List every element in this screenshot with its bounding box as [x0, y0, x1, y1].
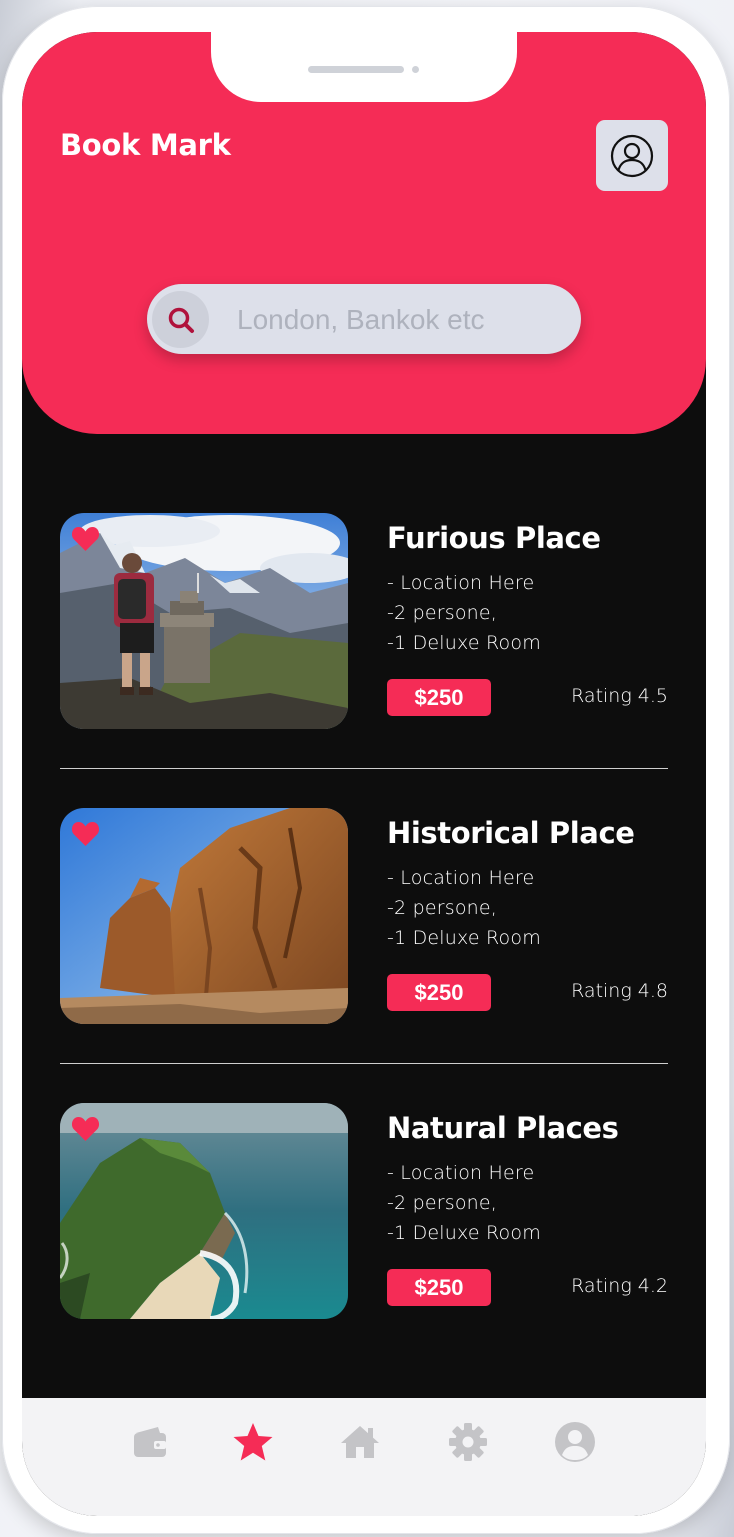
- divider: [60, 768, 668, 769]
- place-card[interactable]: Historical Place - Location Here -2 pers…: [60, 808, 668, 1024]
- place-location: - Location Here: [387, 1162, 535, 1184]
- user-circle-icon: [610, 134, 654, 177]
- search-button[interactable]: [152, 291, 209, 348]
- nav-item-settings[interactable]: [446, 1420, 490, 1464]
- place-title: Furious Place: [387, 521, 601, 555]
- place-card[interactable]: Furious Place - Location Here -2 persone…: [60, 513, 668, 729]
- search-bar: [147, 284, 581, 354]
- notch: [211, 32, 517, 102]
- app-screen: Book Mark London, Bankok etc Furious Pla…: [22, 32, 706, 1516]
- star-icon: [233, 1423, 273, 1461]
- wallet-icon: [134, 1427, 166, 1457]
- place-title: Natural Places: [387, 1111, 619, 1145]
- bottom-nav: [22, 1398, 706, 1516]
- place-location: - Location Here: [387, 867, 535, 889]
- price-button[interactable]: $250: [387, 1269, 491, 1306]
- nav-item-bookmarks[interactable]: [231, 1420, 275, 1464]
- nav-item-home[interactable]: [338, 1420, 382, 1464]
- place-persons: -2 persone,: [387, 1192, 498, 1214]
- heart-icon[interactable]: [71, 821, 100, 847]
- home-icon: [341, 1426, 379, 1458]
- speaker: [308, 66, 404, 73]
- place-image: [60, 808, 348, 1024]
- place-image: [60, 513, 348, 729]
- place-location: - Location Here: [387, 572, 535, 594]
- nav-item-profile[interactable]: [553, 1420, 597, 1464]
- heart-icon[interactable]: [71, 526, 100, 552]
- place-card[interactable]: Natural Places - Location Here -2 person…: [60, 1103, 668, 1319]
- header: Book Mark: [22, 32, 706, 434]
- camera: [412, 66, 419, 73]
- phone-frame: Book Mark London, Bankok etc Furious Pla…: [2, 6, 730, 1534]
- user-circle-icon: [555, 1422, 595, 1462]
- place-room: -1 Deluxe Room: [387, 927, 541, 949]
- place-persons: -2 persone,: [387, 602, 498, 624]
- place-rating: Rating 4.2: [571, 1275, 668, 1297]
- place-rating: Rating 4.5: [571, 685, 668, 707]
- place-room: -1 Deluxe Room: [387, 1222, 541, 1244]
- nav-item-wallet[interactable]: [128, 1420, 172, 1464]
- divider: [60, 1063, 668, 1064]
- search-icon: [168, 307, 194, 333]
- place-rating: Rating 4.8: [571, 980, 668, 1002]
- page-title: Book Mark: [60, 128, 231, 162]
- price-button[interactable]: $250: [387, 679, 491, 716]
- place-persons: -2 persone,: [387, 897, 498, 919]
- price-button[interactable]: $250: [387, 974, 491, 1011]
- place-image: [60, 1103, 348, 1319]
- heart-icon[interactable]: [71, 1116, 100, 1142]
- profile-button[interactable]: [596, 120, 668, 191]
- place-title: Historical Place: [387, 816, 635, 850]
- gear-icon: [449, 1423, 487, 1461]
- place-room: -1 Deluxe Room: [387, 632, 541, 654]
- search-input[interactable]: [235, 297, 559, 343]
